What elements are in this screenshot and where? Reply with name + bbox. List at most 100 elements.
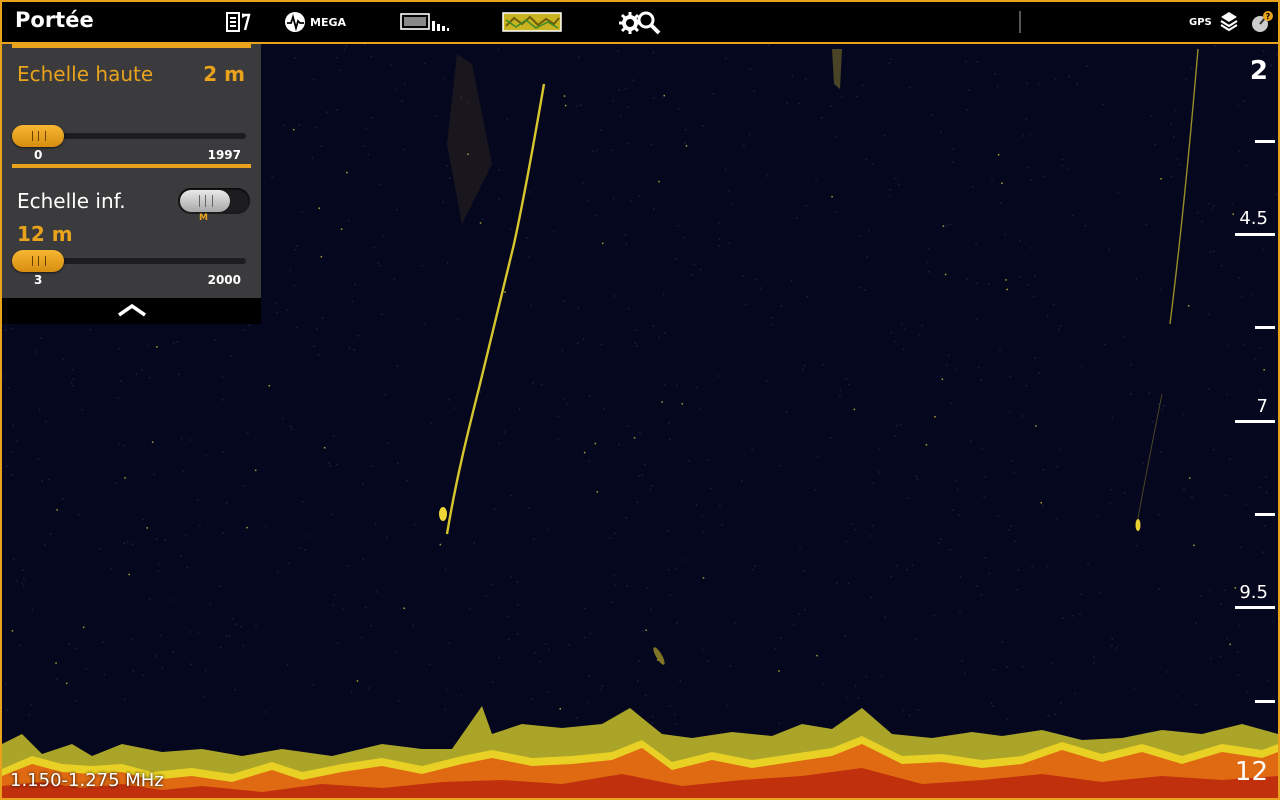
noise-speck bbox=[980, 379, 982, 381]
noise-speck bbox=[944, 273, 947, 276]
noise-speck bbox=[229, 634, 231, 637]
noise-speck bbox=[903, 348, 905, 350]
noise-speck bbox=[371, 465, 374, 467]
upper-range-slider-knob[interactable] bbox=[12, 125, 64, 147]
noise-speck bbox=[1079, 613, 1081, 615]
noise-speck bbox=[701, 648, 704, 651]
noise-speck bbox=[1239, 625, 1241, 627]
noise-speck bbox=[679, 680, 681, 682]
noise-speck bbox=[293, 284, 295, 287]
view-sideimaging-button[interactable] bbox=[502, 8, 562, 36]
noise-speck bbox=[975, 318, 978, 321]
noise-speck bbox=[340, 228, 343, 230]
noise-speck bbox=[1004, 233, 1007, 236]
noise-speck bbox=[663, 293, 665, 295]
noise-speck bbox=[1271, 620, 1273, 623]
noise-speck bbox=[11, 451, 13, 453]
noise-speck bbox=[1061, 158, 1064, 161]
noise-speck bbox=[118, 442, 120, 445]
noise-speck bbox=[803, 570, 805, 572]
noise-speck bbox=[1240, 546, 1242, 549]
noise-speck bbox=[5, 329, 7, 331]
noise-speck bbox=[11, 327, 14, 329]
noise-speck bbox=[146, 527, 148, 529]
noise-speck bbox=[890, 331, 892, 334]
noise-speck bbox=[804, 78, 807, 80]
lower-range-mode-toggle[interactable] bbox=[178, 188, 250, 214]
noise-speck bbox=[172, 651, 175, 653]
noise-speck bbox=[370, 55, 372, 58]
noise-speck bbox=[741, 480, 743, 482]
noise-speck bbox=[397, 700, 400, 702]
view-chart-sonar-button[interactable] bbox=[400, 8, 450, 36]
noise-speck bbox=[528, 256, 530, 258]
noise-speck bbox=[592, 150, 594, 152]
noise-speck bbox=[728, 190, 731, 192]
noise-speck bbox=[1109, 502, 1112, 504]
alerts-button[interactable]: ? bbox=[1250, 8, 1276, 36]
lower-range-slider-knob[interactable] bbox=[12, 250, 64, 272]
noise-speck bbox=[865, 158, 868, 161]
noise-speck bbox=[645, 629, 647, 631]
noise-speck bbox=[586, 701, 589, 704]
noise-speck bbox=[566, 403, 569, 406]
noise-speck bbox=[653, 97, 655, 99]
noise-speck bbox=[421, 265, 423, 267]
noise-speck bbox=[406, 480, 408, 482]
noise-speck bbox=[856, 95, 858, 98]
depth-tick bbox=[1255, 326, 1275, 329]
noise-speck bbox=[675, 723, 677, 725]
noise-speck bbox=[637, 680, 639, 682]
panel-collapse-button[interactable] bbox=[2, 298, 261, 324]
noise-speck bbox=[600, 129, 602, 131]
noise-speck bbox=[638, 195, 641, 197]
noise-speck bbox=[664, 384, 666, 386]
noise-speck bbox=[1054, 79, 1057, 81]
noise-speck bbox=[927, 248, 930, 250]
noise-speck bbox=[1056, 517, 1058, 520]
noise-speck bbox=[706, 459, 709, 461]
noise-speck bbox=[955, 368, 958, 371]
noise-speck bbox=[994, 73, 996, 75]
noise-speck bbox=[336, 109, 338, 111]
mega-label: MEGA bbox=[310, 15, 347, 29]
noise-speck bbox=[644, 694, 647, 697]
noise-speck bbox=[847, 582, 850, 584]
noise-speck bbox=[1084, 225, 1087, 227]
noise-speck bbox=[911, 564, 913, 566]
noise-speck bbox=[1130, 364, 1132, 366]
depth-tick bbox=[1255, 700, 1275, 703]
noise-speck bbox=[576, 105, 579, 107]
noise-speck bbox=[919, 335, 921, 337]
noise-speck bbox=[403, 83, 406, 86]
noise-speck bbox=[35, 351, 38, 353]
noise-speck bbox=[902, 709, 904, 712]
settings-search-button[interactable] bbox=[618, 8, 662, 36]
noise-speck bbox=[289, 425, 292, 428]
mega-sonar-button[interactable]: MEGA bbox=[284, 8, 346, 36]
noise-speck bbox=[346, 171, 348, 174]
noise-speck bbox=[132, 670, 135, 672]
menu-toggle-button[interactable] bbox=[224, 8, 252, 36]
noise-speck bbox=[55, 662, 57, 664]
noise-speck bbox=[1220, 265, 1223, 267]
noise-speck bbox=[599, 688, 602, 691]
noise-speck bbox=[423, 62, 426, 65]
noise-speck bbox=[519, 408, 521, 410]
noise-speck bbox=[991, 178, 993, 180]
noise-speck bbox=[725, 57, 727, 60]
noise-speck bbox=[386, 442, 389, 444]
noise-speck bbox=[123, 542, 126, 544]
noise-speck bbox=[620, 114, 622, 117]
noise-speck bbox=[508, 638, 510, 641]
gps-status[interactable]: GPS bbox=[1185, 8, 1212, 36]
lower-range-max: 2000 bbox=[207, 273, 241, 287]
noise-speck bbox=[1133, 688, 1136, 691]
noise-speck bbox=[435, 115, 438, 117]
noise-speck bbox=[1160, 451, 1162, 453]
noise-speck bbox=[22, 585, 25, 587]
noise-speck bbox=[625, 87, 627, 90]
noise-speck bbox=[1074, 692, 1076, 695]
noise-speck bbox=[743, 144, 745, 147]
layers-button[interactable] bbox=[1218, 8, 1240, 36]
